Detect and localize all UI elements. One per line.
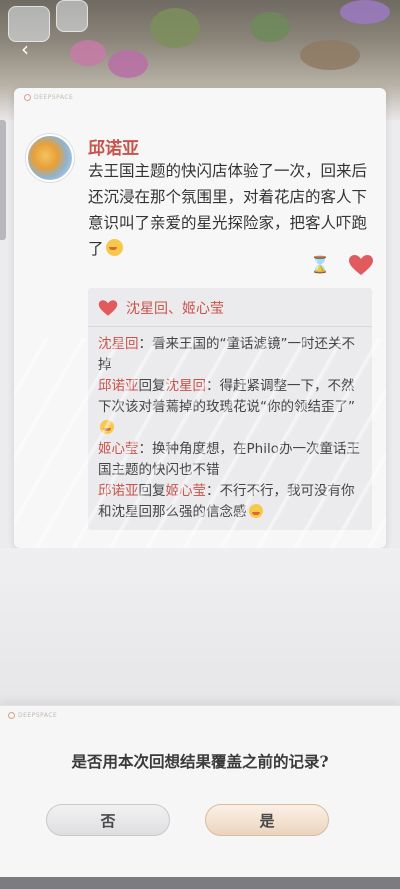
comment-item[interactable]: 邱诺亚回复沈星回：得赶紧调整一下，不然下次该对着蔫掉的玫瑰花说“你的领结歪了” [98,376,364,439]
brand-logo: DEEPSPACE [8,712,57,719]
brand-mark-icon [24,94,31,101]
reply-target[interactable]: 沈星回 [166,378,207,394]
scrollbar[interactable] [0,120,6,240]
chevron-left-icon: ‹ [21,37,29,61]
dialog-question: 是否用本次回想结果覆盖之前的记录? [71,752,329,771]
jar-decoration [56,0,88,32]
flower-decoration [340,0,390,24]
jar-decoration [8,6,50,42]
brand-logo: DEEPSPACE [24,94,73,101]
plant-decoration [250,12,290,42]
likes-row: 沈星回、姬心莹 [98,298,224,318]
brand-text: DEEPSPACE [18,712,58,719]
table-decoration [300,40,360,70]
background-lower [0,548,400,708]
comment-list: 沈星回：看来王国的“童话滤镜”一时还关不掉 邱诺亚回复沈星回：得赶紧调整一下，不… [98,334,364,523]
reply-word: 回复 [138,483,166,499]
flower-decoration [70,40,106,66]
starry-eyes-emoji-icon [248,504,263,518]
avatar[interactable] [26,134,74,182]
post-text: 去王国主题的快闪店体验了一次，回来后还沉浸在那个氛围里，对着花店的客人下意识叫了… [88,158,378,262]
flower-decoration [108,50,148,78]
comment-author[interactable]: 姬心莹 [98,441,139,457]
hourglass-icon[interactable]: ⌛ [310,256,330,274]
smile-emoji-icon [100,420,114,434]
comment-item[interactable]: 姬心莹：换种角度想，在Philo办一次童话王国主题的快闪也不错 [98,439,364,481]
comment-author[interactable]: 邱诺亚 [98,483,139,499]
embarrassed-emoji-icon [105,239,123,256]
reply-word: 回复 [138,378,166,394]
back-button[interactable]: ‹ [14,38,36,60]
bottom-bar [0,877,400,889]
liked-heart-icon [98,300,118,316]
post-author[interactable]: 邱诺亚 [88,134,139,159]
likes-names: 沈星回、姬心莹 [126,301,224,317]
comment-author[interactable]: 邱诺亚 [98,378,139,394]
post-card: DEEPSPACE 邱诺亚 去王国主题的快闪店体验了一次，回来后还沉浸在那个氛围… [14,88,386,548]
comment-item[interactable]: 沈星回：看来王国的“童话滤镜”一时还关不掉 [98,334,364,376]
post-body: 去王国主题的快闪店体验了一次，回来后还沉浸在那个氛围里，对着花店的客人下意识叫了… [88,162,368,258]
comment-author[interactable]: 沈星回 [98,336,139,352]
no-button[interactable]: 否 [46,804,170,836]
reply-target[interactable]: 姬心莹 [166,483,207,499]
comment-item[interactable]: 邱诺亚回复姬心莹：不行不行，我可没有你和沈星回那么强的信念感 [98,481,364,523]
brand-text: DEEPSPACE [34,94,74,101]
divider [88,326,372,327]
plant-decoration [150,8,200,48]
yes-button[interactable]: 是 [205,804,329,836]
overwrite-dialog: DEEPSPACE 是否用本次回想结果覆盖之前的记录? 否 是 [0,705,400,878]
brand-mark-icon [8,712,15,719]
like-heart-icon[interactable] [348,254,374,276]
comments-panel: 沈星回、姬心莹 沈星回：看来王国的“童话滤镜”一时还关不掉 邱诺亚回复沈星回：得… [88,288,372,530]
